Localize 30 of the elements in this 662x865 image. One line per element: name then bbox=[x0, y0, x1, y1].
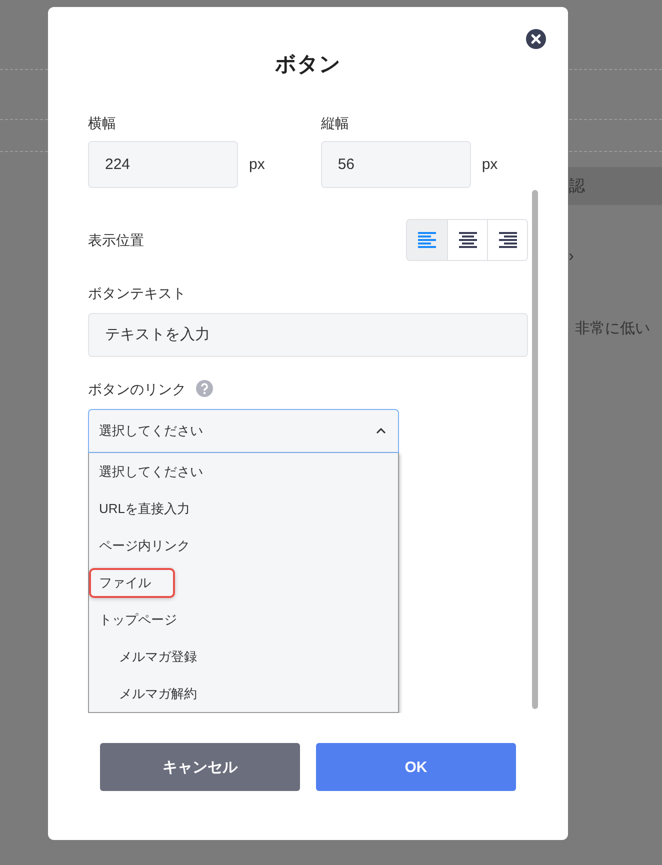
caret-icon bbox=[376, 428, 386, 434]
link-select[interactable]: 選択してください bbox=[88, 408, 399, 453]
align-left-icon bbox=[418, 232, 436, 248]
field-label: 縦幅 bbox=[320, 114, 350, 133]
dialog-title: ボタン bbox=[275, 52, 341, 78]
align-right-icon bbox=[498, 232, 516, 248]
close-icon[interactable] bbox=[525, 28, 547, 50]
dropdown-option[interactable]: URLを直接入力 bbox=[99, 500, 190, 518]
dropdown-option[interactable]: ページ内リンク bbox=[99, 536, 190, 554]
align-center-icon bbox=[458, 232, 476, 248]
dropdown-option[interactable]: メルマガ解約 bbox=[119, 684, 197, 702]
unit-label: px bbox=[249, 156, 265, 173]
scrollbar[interactable] bbox=[532, 190, 538, 709]
align-button[interactable] bbox=[487, 220, 527, 260]
unit-label: px bbox=[482, 156, 498, 173]
number-field[interactable]: 56 bbox=[320, 141, 471, 188]
field-label: 表示位置 bbox=[88, 231, 144, 250]
field-label: ボタンのリンク bbox=[88, 380, 186, 399]
dropdown-option[interactable]: 選択してください bbox=[99, 462, 203, 480]
dropdown-option[interactable]: メルマガ登録 bbox=[119, 648, 197, 666]
number-field[interactable]: 224 bbox=[88, 141, 238, 188]
cancel-button[interactable]: キャンセル bbox=[100, 743, 300, 791]
field-label: 横幅 bbox=[88, 114, 117, 133]
chevron-icon: › bbox=[568, 248, 574, 264]
background-text: 非常に低い bbox=[575, 318, 651, 338]
ok-button[interactable]: OK bbox=[316, 743, 516, 791]
dropdown-option[interactable]: ファイル bbox=[89, 568, 175, 598]
field-label: ボタンテキスト bbox=[88, 284, 186, 303]
text-field[interactable]: テキストを入力 bbox=[88, 313, 528, 357]
dropdown-option[interactable]: トップページ bbox=[99, 610, 177, 628]
